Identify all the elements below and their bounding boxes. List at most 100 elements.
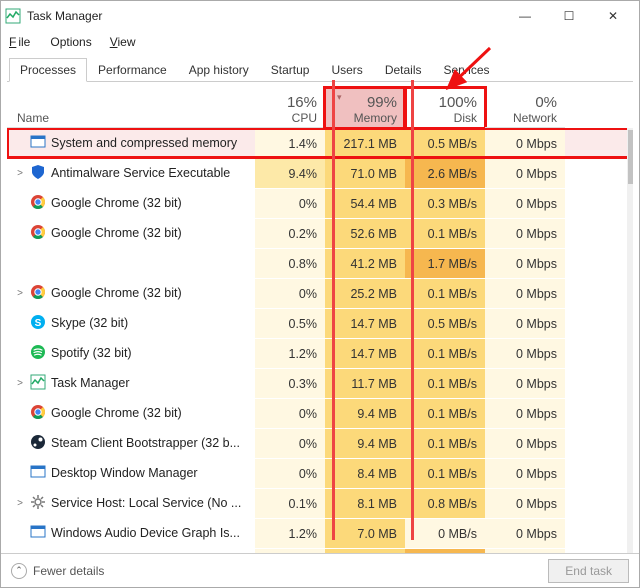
network-cell: 0 Mbps [485,548,565,553]
memory-cell: 8.4 MB [325,458,405,488]
close-button[interactable]: ✕ [591,2,635,30]
memory-cell: 9.4 MB [325,428,405,458]
network-cell: 0 Mbps [485,278,565,308]
network-cell: 0 Mbps [485,428,565,458]
process-name: Windows Audio Device Graph Is... [51,526,240,540]
memory-cell: 6.7 MB [325,548,405,553]
tab-processes[interactable]: Processes [9,58,87,82]
memory-cell: 52.6 MB [325,218,405,248]
expand-icon[interactable]: > [15,168,25,179]
blank-icon [30,256,46,270]
menu-options[interactable]: Options [48,33,93,51]
tab-services[interactable]: Services [433,58,501,82]
disk-cell: 0.1 MB/s [405,398,485,428]
process-row[interactable]: Steam Client Bootstrapper (32 b...0%9.4 … [7,428,633,458]
process-name-cell: >Task Manager [7,374,255,393]
process-name-cell: Google Chrome (32 bit) [7,194,255,213]
scrollbar[interactable] [627,128,633,553]
tab-performance[interactable]: Performance [87,58,178,82]
tab-details[interactable]: Details [374,58,433,82]
disk-cell: 0 MB/s [405,518,485,548]
minimize-button[interactable]: — [503,2,547,30]
process-name-cell: Google Chrome (32 bit) [7,224,255,243]
steam-icon [30,434,46,453]
taskmgr-icon [30,374,46,393]
process-name-cell: Windows Audio Device Graph Is... [7,524,255,543]
chrome-icon [30,194,46,213]
tab-app-history[interactable]: App history [178,58,260,82]
tab-users[interactable]: Users [320,58,373,82]
win-app-icon [30,464,46,483]
memory-cell: 41.2 MB [325,248,405,278]
skype-icon: S [30,314,46,333]
menu-file[interactable]: File [7,33,34,51]
network-cell: 0 Mbps [485,398,565,428]
chevron-up-icon: ⌃ [11,563,27,579]
memory-cell: 54.4 MB [325,188,405,218]
cpu-cell: 0% [255,398,325,428]
process-row[interactable]: System and compressed memory1.4%217.1 MB… [7,128,633,158]
process-row[interactable]: 0.8%41.2 MB1.7 MB/s0 Mbps [7,248,633,278]
process-row[interactable]: Google Chrome (32 bit)0%54.4 MB0.3 MB/s0… [7,188,633,218]
chrome-icon [30,224,46,243]
expand-icon[interactable]: > [15,378,25,389]
memory-cell: 9.4 MB [325,398,405,428]
network-cell: 0 Mbps [485,128,565,158]
memory-cell: 71.0 MB [325,158,405,188]
disk-cell: 0.1 MB/s [405,368,485,398]
process-name: Google Chrome (32 bit) [51,406,182,420]
process-row[interactable]: >Antimalware Service Executable9.4%71.0 … [7,158,633,188]
process-name-cell: Steam Client Bootstrapper (32 b... [7,434,255,453]
process-name-cell: Spotify (32 bit) [7,344,255,363]
disk-cell: 2.6 MB/s [405,158,485,188]
header-memory[interactable]: ▾ 99% Memory [325,88,405,128]
cpu-cell: 0.5% [255,308,325,338]
process-row[interactable]: SSkype (32 bit)0.5%14.7 MB0.5 MB/s0 Mbps [7,308,633,338]
disk-cell: 0.8 MB/s [405,488,485,518]
cpu-cell: 0% [255,188,325,218]
process-name: System and compressed memory [51,136,237,150]
process-row[interactable]: >Task Manager0.3%11.7 MB0.1 MB/s0 Mbps [7,368,633,398]
tab-startup[interactable]: Startup [260,58,321,82]
memory-cell: 25.2 MB [325,278,405,308]
process-row[interactable]: Spotify (32 bit)1.2%14.7 MB0.1 MB/s0 Mbp… [7,338,633,368]
scrollbar-thumb[interactable] [628,130,633,184]
header-name[interactable]: Name [7,111,255,128]
titlebar[interactable]: Task Manager — ☐ ✕ [1,1,639,31]
header-cpu[interactable]: 16% CPU [255,88,325,128]
process-list[interactable]: System and compressed memory1.4%217.1 MB… [7,128,633,553]
header-network[interactable]: 0% Network [485,88,565,128]
network-cell: 0 Mbps [485,368,565,398]
app-icon [5,8,21,24]
disk-cell: 0.3 MB/s [405,188,485,218]
process-row[interactable]: >Google Chrome (32 bit)0%25.2 MB0.1 MB/s… [7,278,633,308]
footer: ⌃ Fewer details End task [1,553,639,587]
process-row[interactable]: Google Chrome (32 bit)0.2%52.6 MB0.1 MB/… [7,218,633,248]
process-row[interactable]: Desktop Window Manager0%8.4 MB0.1 MB/s0 … [7,458,633,488]
expand-icon[interactable]: > [15,288,25,299]
network-cell: 0 Mbps [485,488,565,518]
menubar: File Options View [1,31,639,57]
end-task-button[interactable]: End task [548,559,629,583]
process-name: Antimalware Service Executable [51,166,230,180]
process-row[interactable]: >Service Host: Local Service (No ...0.1%… [7,488,633,518]
memory-cell: 11.7 MB [325,368,405,398]
process-row[interactable]: >Windows Explorer0%6.7 MB5.3 MB/s0 Mbps [7,548,633,553]
header-disk[interactable]: 100% Disk [405,88,485,128]
disk-cell: 0.1 MB/s [405,458,485,488]
win-app-icon [30,524,46,543]
process-name: Google Chrome (32 bit) [51,196,182,210]
process-row[interactable]: Google Chrome (32 bit) 0%9.4 MB0.1 MB/s0 … [7,398,633,428]
disk-cell: 0.1 MB/s [405,338,485,368]
expand-icon[interactable]: > [15,498,25,509]
cpu-cell: 0.1% [255,488,325,518]
maximize-button[interactable]: ☐ [547,2,591,30]
window-title: Task Manager [27,9,503,23]
memory-cell: 217.1 MB [325,128,405,158]
menu-view[interactable]: View [108,33,138,51]
fewer-details-button[interactable]: ⌃ Fewer details [11,563,104,579]
process-row[interactable]: Windows Audio Device Graph Is...1.2%7.0 … [7,518,633,548]
cpu-cell: 0.3% [255,368,325,398]
process-name: Desktop Window Manager [51,466,198,480]
cpu-cell: 0% [255,458,325,488]
